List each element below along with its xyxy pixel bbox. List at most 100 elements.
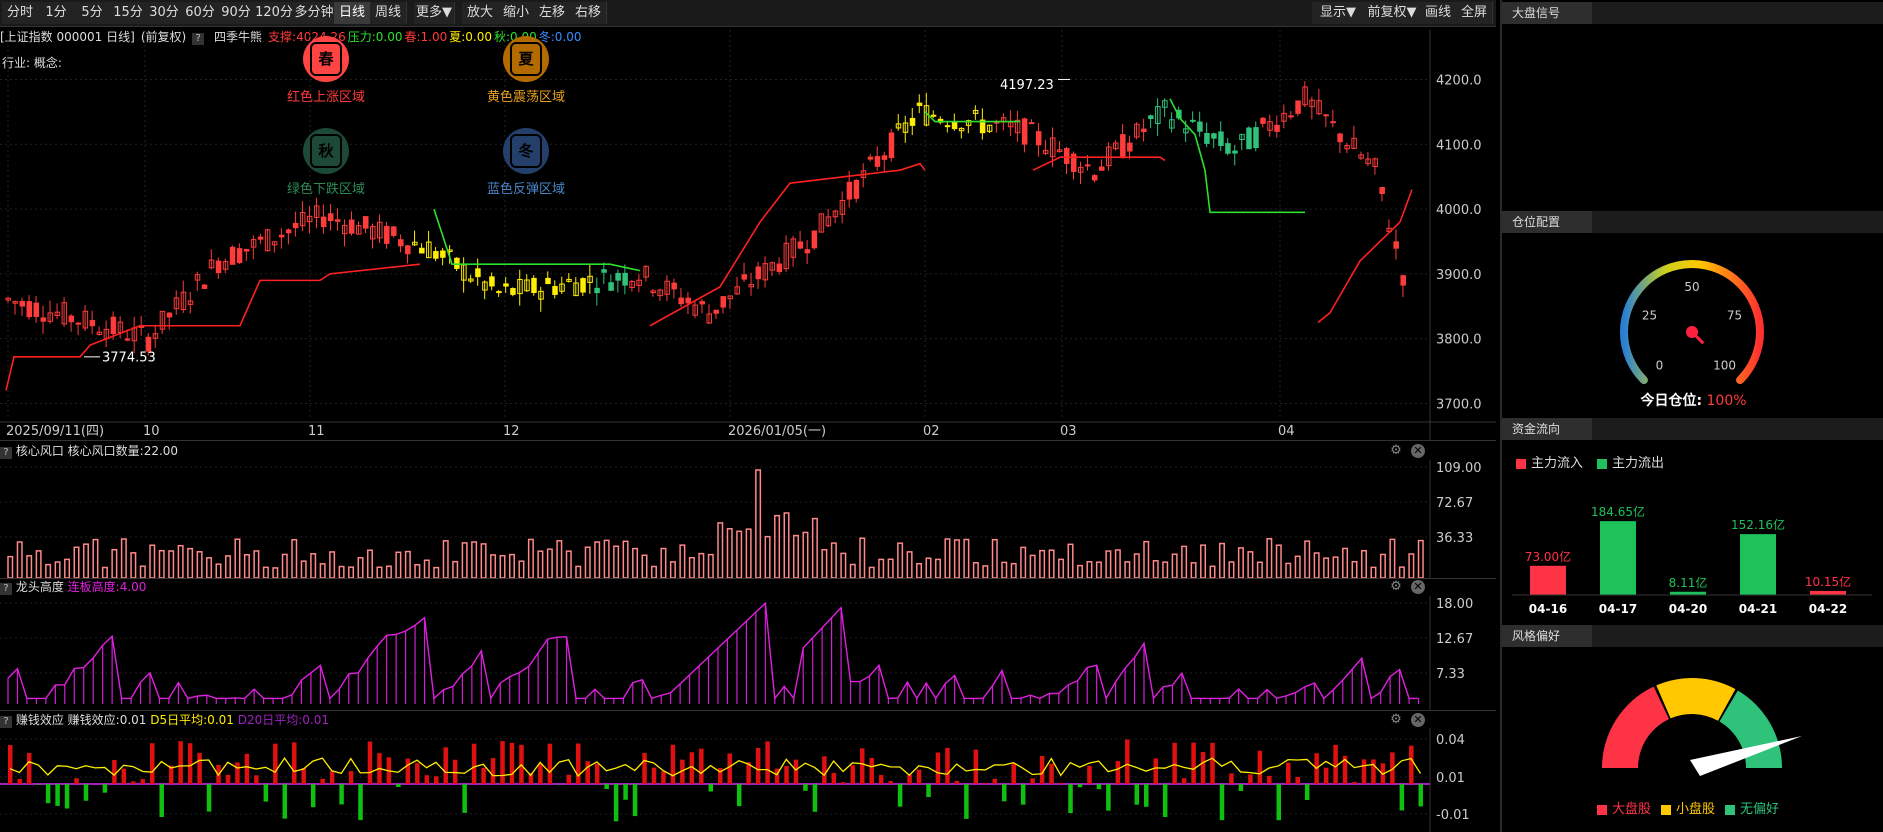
- toolbar-btn-14[interactable]: 左移: [534, 2, 571, 24]
- toolbar-btn-1[interactable]: 1分: [38, 2, 75, 24]
- flow-value-label: 73.00亿: [1525, 549, 1571, 564]
- hotspot-bar: [471, 541, 478, 578]
- hotspot-bar: [177, 544, 184, 578]
- candle-body: [1225, 143, 1231, 154]
- toolbar-right-btn-1[interactable]: 前复权▼: [1364, 2, 1421, 24]
- profit-bar: [661, 771, 666, 784]
- toolbar-right-btn-0[interactable]: 显示▼: [1312, 2, 1365, 24]
- hotspot-bar: [404, 550, 411, 578]
- y-tick: 0.01: [1436, 771, 1465, 786]
- hotspot-bar: [1408, 553, 1415, 578]
- x-label: 02: [923, 424, 940, 439]
- flow-value-label: 10.15亿: [1805, 574, 1851, 589]
- hotspot-bar: [329, 551, 336, 578]
- hotspot-bar: [755, 469, 762, 578]
- hotspot-bar: [73, 546, 80, 578]
- toolbar-btn-0[interactable]: 分时: [2, 2, 39, 24]
- candle-body: [166, 312, 173, 318]
- toolbar-btn-7[interactable]: 120分: [254, 2, 295, 24]
- profit-effect-chart[interactable]: 0.04 0.01 -0.01: [0, 728, 1496, 832]
- toolbar-btn-8[interactable]: 多分钟: [294, 2, 335, 24]
- profit-bar: [197, 752, 202, 784]
- toolbar-btn-3[interactable]: 15分: [110, 2, 147, 24]
- profit-bar: [490, 758, 496, 784]
- hotspot-bar: [1200, 544, 1207, 578]
- y-tick: 4000.0: [1436, 203, 1482, 218]
- hotspot-bar: [215, 563, 222, 578]
- profit-bar: [292, 742, 297, 784]
- profit-bar: [1352, 781, 1357, 784]
- loss-bar: [613, 784, 619, 822]
- hotspot-bar: [243, 554, 250, 578]
- toolbar-right-btn-3[interactable]: 全屏: [1456, 2, 1493, 24]
- sub1-help-icon[interactable]: ?: [0, 447, 12, 459]
- hotspot-bar: [376, 566, 383, 578]
- profit-bar: [954, 780, 960, 784]
- candle-body: [496, 291, 502, 294]
- hotspot-bar: [972, 562, 979, 578]
- sub3-gear-icon[interactable]: ⚙: [1389, 713, 1403, 727]
- toolbar-right-btn-2[interactable]: 画线: [1420, 2, 1457, 24]
- profit-bar: [841, 782, 846, 784]
- hotspot-bar: [7, 555, 14, 578]
- toolbar-btn-2[interactable]: 5分: [74, 2, 111, 24]
- hotspot-bar: [830, 542, 837, 578]
- hotspot-bar: [1048, 549, 1055, 578]
- sub2-help-icon[interactable]: ?: [0, 583, 12, 595]
- hotspot-bar: [603, 539, 610, 578]
- sub1-close-icon[interactable]: ✕: [1411, 444, 1425, 458]
- sub3-help-icon[interactable]: ?: [0, 716, 12, 728]
- toolbar-btn-12[interactable]: 放大: [462, 2, 499, 24]
- hotspot-bar: [707, 553, 714, 578]
- signal-0: 春红色上涨区域: [251, 36, 401, 105]
- flow-value-label: 152.16亿: [1731, 517, 1785, 532]
- hotspot-bar: [1190, 562, 1197, 578]
- candlestick-chart[interactable]: 4200.0 4100.0 4000.0 3900.0 3800.0 3700.0 2025…: [0, 30, 1496, 440]
- toolbar-btn-9[interactable]: 日线: [334, 2, 371, 24]
- y-tick: 72.67: [1436, 496, 1473, 511]
- hotspot-bar: [64, 558, 71, 578]
- toolbar-btn-13[interactable]: 缩小: [498, 2, 535, 24]
- sub2-gear-icon[interactable]: ⚙: [1389, 580, 1403, 594]
- hotspot-bar: [310, 553, 317, 578]
- candle-body: [531, 277, 537, 294]
- style-preference-gauge: [1602, 677, 1802, 776]
- toolbar-btn-15[interactable]: 右移: [570, 2, 607, 24]
- y-tick: 3700.0: [1436, 398, 1482, 413]
- hotspot-bar: [499, 554, 506, 578]
- toolbar-btn-11[interactable]: 更多▼: [414, 2, 455, 24]
- sub1-gear-icon[interactable]: ⚙: [1389, 444, 1403, 458]
- toolbar-btn-6[interactable]: 90分: [218, 2, 255, 24]
- hotspot-bar: [196, 551, 203, 578]
- hotspot-bar: [101, 566, 108, 578]
- candle-body: [1323, 114, 1329, 117]
- sub2-close-icon[interactable]: ✕: [1411, 580, 1425, 594]
- hotspot-bar: [111, 548, 118, 578]
- leader-height-chart[interactable]: 18.00 12.67 7.33: [0, 596, 1496, 710]
- profit-bar: [1229, 773, 1234, 784]
- profit-bar: [405, 758, 411, 784]
- toolbar-btn-4[interactable]: 30分: [146, 2, 183, 24]
- loss-bar: [964, 784, 969, 819]
- flow-date-label: 04-21: [1739, 602, 1777, 616]
- hotspot-bar: [1228, 561, 1235, 578]
- core-hotspot-chart[interactable]: 109.00 72.67 36.33: [0, 460, 1496, 578]
- candle-body: [363, 216, 369, 229]
- sub3-close-icon[interactable]: ✕: [1411, 713, 1425, 727]
- profit-bar: [1323, 767, 1329, 784]
- flow-section-title: 资金流向: [1502, 418, 1883, 440]
- candle-body: [1246, 127, 1252, 150]
- signal-char: 秋: [310, 134, 342, 168]
- profit-bar: [878, 775, 884, 784]
- candle-body: [89, 319, 96, 327]
- x-label: 12: [503, 424, 520, 439]
- hotspot-bar: [234, 538, 241, 578]
- toolbar-btn-10[interactable]: 周线: [370, 2, 407, 24]
- profit-bar: [348, 771, 354, 784]
- flow-bar: [1530, 565, 1566, 595]
- hotspot-bar: [1001, 561, 1008, 578]
- candle-body: [552, 286, 558, 295]
- profit-bar: [576, 743, 581, 784]
- profit-bar: [434, 776, 439, 784]
- toolbar-btn-5[interactable]: 60分: [182, 2, 219, 24]
